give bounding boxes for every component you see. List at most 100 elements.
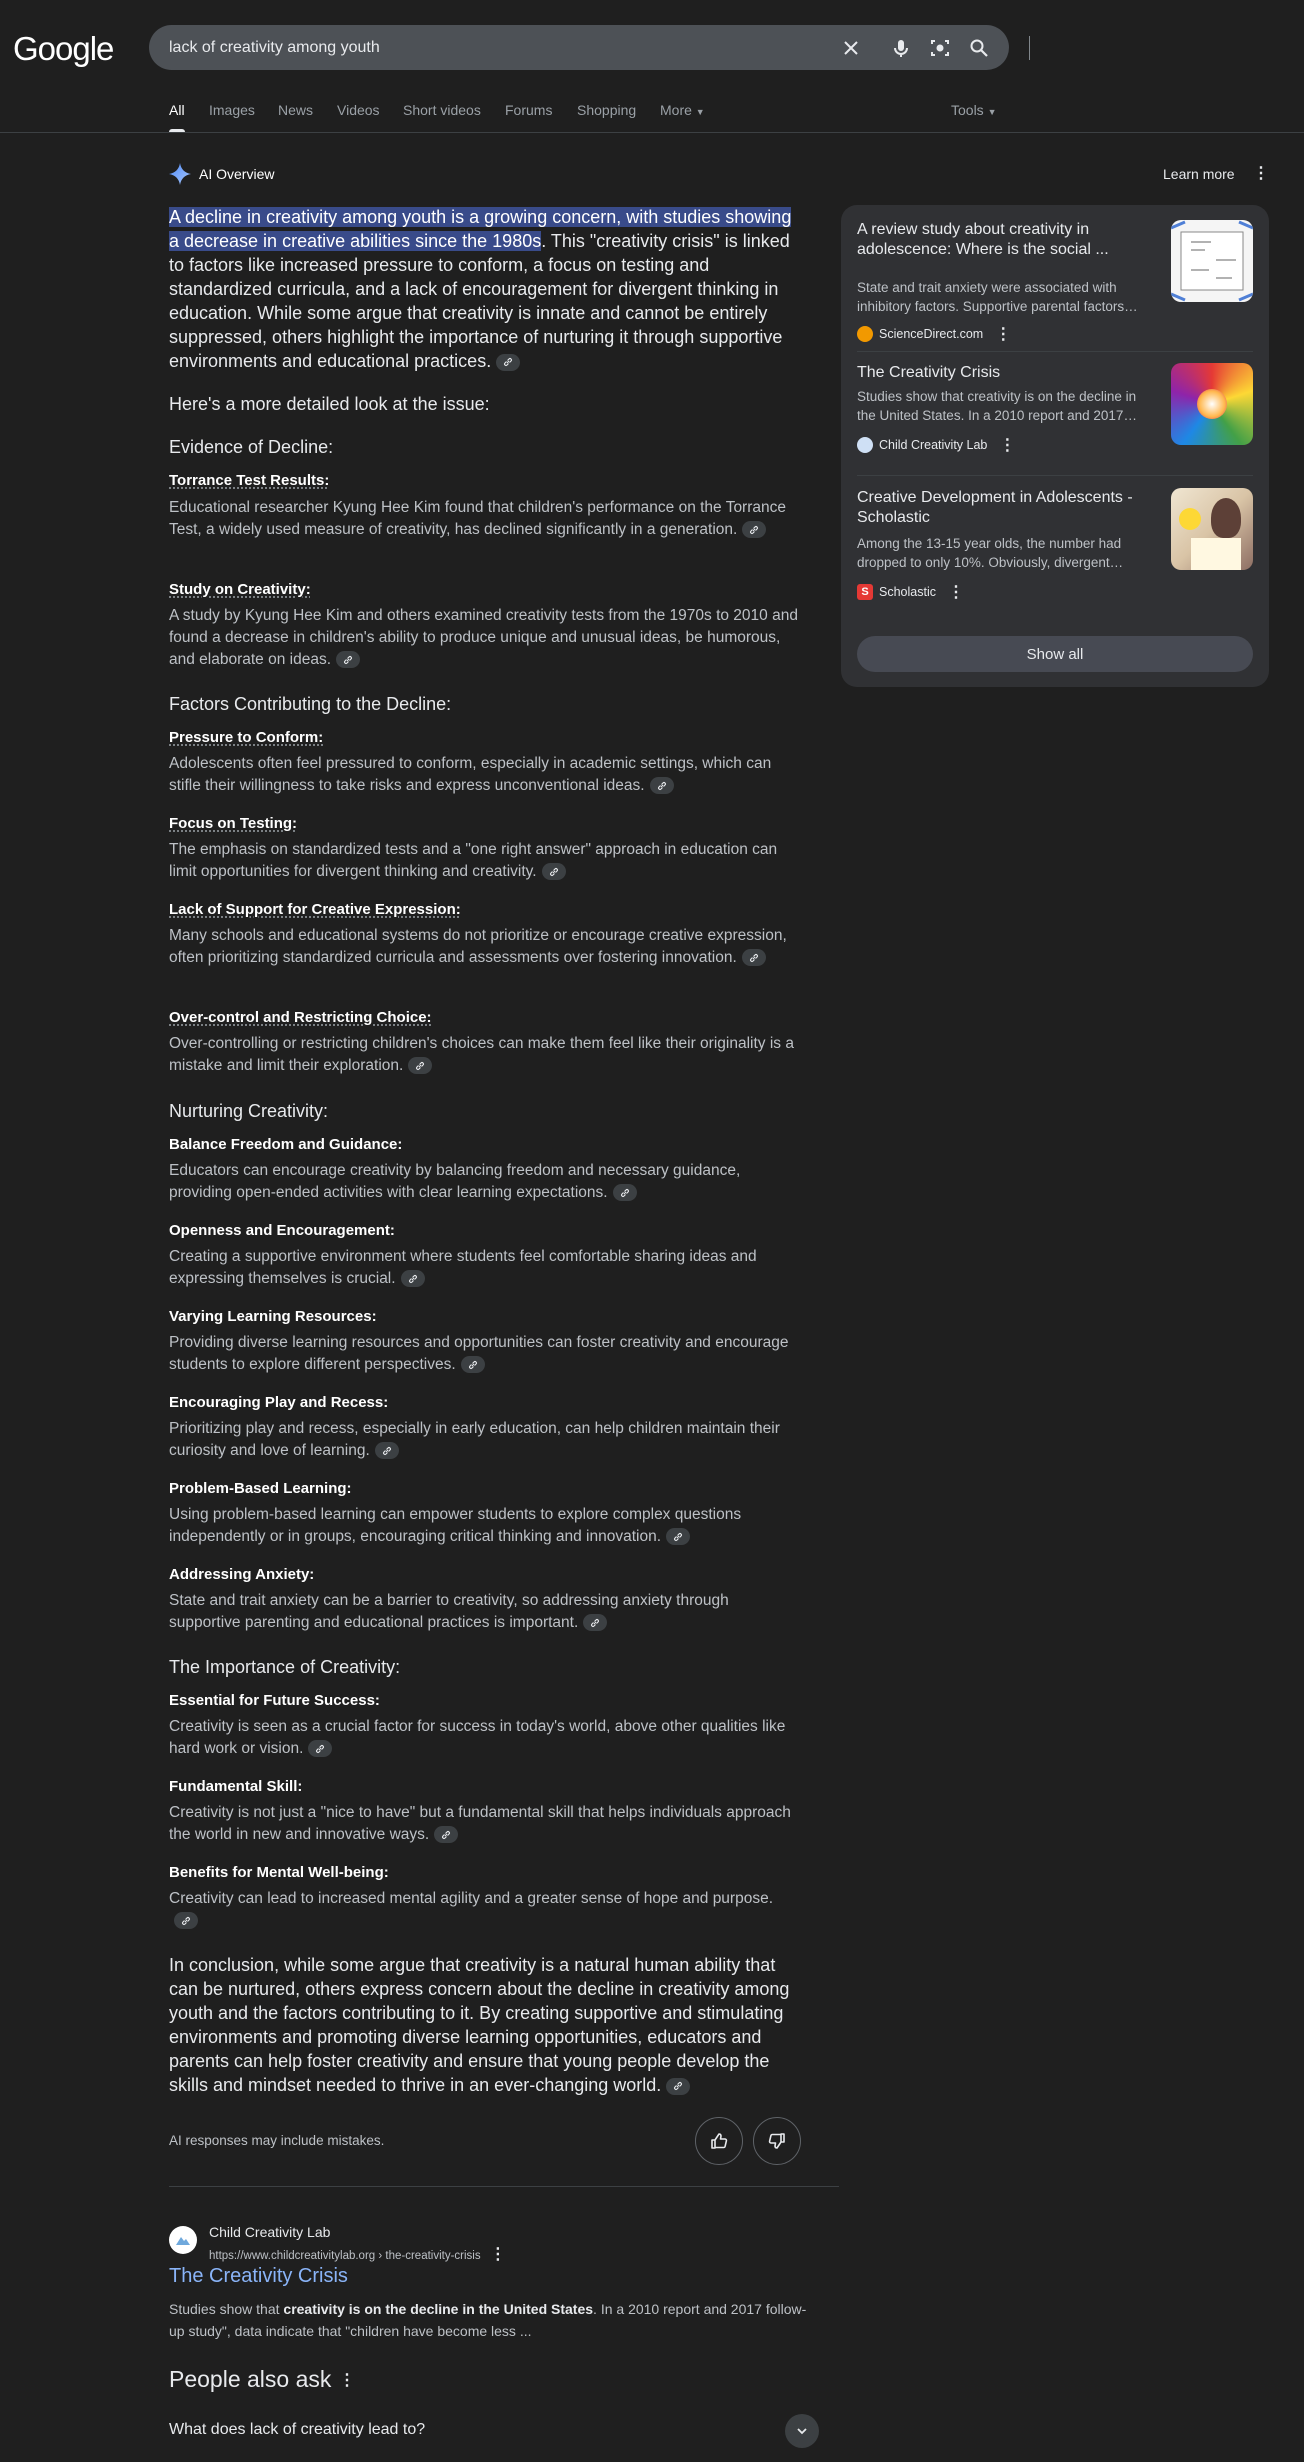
item-body: Creativity is seen as a crucial factor f… — [169, 1716, 801, 1760]
tab-forums[interactable]: Forums — [505, 102, 552, 118]
link-chip[interactable] — [666, 1528, 691, 1546]
link-chip[interactable] — [649, 777, 674, 795]
link-chip[interactable] — [408, 1057, 433, 1075]
tab-more[interactable]: More ▼ — [660, 102, 705, 118]
paa-menu-icon[interactable]: ⋮ — [339, 2370, 355, 2390]
source-title[interactable]: The Creativity Crisis — [857, 363, 1147, 383]
microphone-icon[interactable] — [889, 36, 913, 60]
google-logo[interactable]: Google — [13, 30, 114, 68]
item-body-text: Creativity can lead to increased mental … — [169, 1890, 774, 1907]
overview-menu-icon[interactable]: ⋮ — [1253, 163, 1269, 183]
disclaimer: AI responses may include mistakes. — [169, 2133, 385, 2148]
paa-question[interactable]: What does lack of creativity lead to? — [169, 2421, 425, 2439]
item-body: Educators can encourage creativity by ba… — [169, 1160, 801, 1204]
thumbs-down-button[interactable] — [753, 2117, 801, 2165]
item-body-text: Creativity is seen as a crucial factor f… — [169, 1718, 786, 1757]
link-chip[interactable] — [541, 863, 566, 881]
link-chip[interactable] — [174, 1912, 198, 1930]
source-title[interactable]: A review study about creativity in adole… — [857, 220, 1147, 260]
search-box[interactable] — [149, 25, 1030, 70]
source-thumbnail[interactable] — [1171, 220, 1253, 302]
search-input[interactable] — [169, 25, 769, 70]
more-options-icon[interactable]: ⋮ — [490, 2246, 506, 2263]
source-title[interactable]: Creative Development in Adolescents - Sc… — [857, 488, 1147, 528]
item-body: A study by Kyung Hee Kim and others exam… — [169, 605, 801, 671]
item-body-text: Prioritizing play and recess, especially… — [169, 1420, 780, 1459]
thumbs-up-button[interactable] — [695, 2117, 743, 2165]
source-card[interactable]: A review study about creativity in adole… — [857, 220, 1253, 343]
result-site-name[interactable]: Child Creativity Lab — [209, 2224, 330, 2240]
link-chip[interactable] — [460, 1356, 485, 1374]
expand-button[interactable] — [785, 2414, 819, 2448]
sources-panel: A review study about creativity in adole… — [841, 205, 1269, 687]
tab-short-videos[interactable]: Short videos — [403, 102, 481, 118]
item-title: Problem-Based Learning: — [169, 1480, 352, 1497]
more-options-icon[interactable]: ⋮ — [948, 582, 964, 602]
tools-label: Tools — [951, 102, 984, 118]
link-icon — [674, 2082, 683, 2091]
source-card[interactable]: Creative Development in Adolescents - Sc… — [857, 488, 1253, 601]
tab-shopping[interactable]: Shopping — [577, 102, 636, 118]
source-site-name: Child Creativity Lab — [879, 438, 988, 452]
item-title[interactable]: Pressure to Conform: — [169, 729, 801, 746]
source-thumbnail[interactable] — [1171, 488, 1253, 570]
show-all-button[interactable]: Show all — [857, 636, 1253, 672]
link-icon — [316, 1744, 325, 1753]
chevron-down-icon — [797, 2428, 807, 2435]
clear-icon[interactable] — [839, 36, 863, 60]
link-icon — [504, 358, 513, 367]
item-title: Essential for Future Success: — [169, 1692, 380, 1709]
result-url[interactable]: https://www.childcreativitylab.org › the… — [209, 2244, 506, 2264]
link-chip[interactable] — [434, 1826, 459, 1844]
more-options-icon[interactable]: ⋮ — [995, 324, 1011, 344]
tab-images[interactable]: Images — [209, 102, 255, 118]
snippet-text: Studies show that — [169, 2301, 284, 2317]
item-title[interactable]: Study on Creativity: — [169, 581, 801, 598]
section-heading: Nurturing Creativity: — [169, 1101, 329, 1121]
item-body-text: Adolescents often feel pressured to conf… — [169, 755, 772, 794]
item-title: Fundamental Skill: — [169, 1778, 303, 1795]
item-title[interactable]: Torrance Test Results: — [169, 472, 801, 489]
search-icon[interactable] — [967, 36, 991, 60]
tab-all[interactable]: All — [169, 102, 185, 132]
source-card[interactable]: The Creativity Crisis Studies show that … — [857, 363, 1253, 463]
source-site: S Scholastic ⋮ — [857, 582, 964, 602]
item-title[interactable]: Over-control and Restricting Choice: — [169, 1009, 801, 1026]
tab-more-label: More — [660, 102, 692, 118]
result-title-link[interactable]: The Creativity Crisis — [169, 2265, 348, 2288]
link-chip[interactable] — [400, 1270, 425, 1288]
link-chip[interactable] — [741, 949, 766, 967]
link-chip[interactable] — [374, 1442, 399, 1460]
paa-title: People also ask — [169, 2366, 332, 2392]
item-body-text: The emphasis on standardized tests and a… — [169, 841, 778, 880]
tab-videos[interactable]: Videos — [337, 102, 380, 118]
link-chip[interactable] — [742, 521, 767, 539]
item-title[interactable]: Focus on Testing: — [169, 815, 801, 832]
learn-more-link[interactable]: Learn more — [1163, 166, 1235, 182]
item-body: Creativity can lead to increased mental … — [169, 1888, 801, 1932]
more-options-icon[interactable]: ⋮ — [999, 435, 1015, 455]
item-title: Benefits for Mental Well-being: — [169, 1864, 389, 1881]
link-icon — [182, 1916, 190, 1925]
item-body: State and trait anxiety can be a barrier… — [169, 1590, 801, 1634]
item-body-text: State and trait anxiety can be a barrier… — [169, 1592, 729, 1631]
link-icon — [416, 1061, 425, 1070]
item-body: Creating a supportive environment where … — [169, 1246, 801, 1290]
card-divider — [857, 351, 1253, 352]
caret-down-icon: ▼ — [987, 107, 997, 117]
link-chip[interactable] — [666, 2077, 691, 2095]
detailed-look-text: Here's a more detailed look at the issue… — [169, 394, 490, 414]
intro-text: . This "creativity crisis" is linked to … — [169, 231, 790, 371]
item-title[interactable]: Lack of Support for Creative Expression: — [169, 901, 801, 918]
lens-camera-icon[interactable] — [928, 36, 952, 60]
tools-button[interactable]: Tools ▼ — [951, 102, 997, 118]
source-thumbnail[interactable] — [1171, 363, 1253, 445]
overview-intro: A decline in creativity among youth is a… — [169, 205, 801, 373]
link-chip[interactable] — [612, 1184, 637, 1202]
link-chip[interactable] — [336, 651, 361, 669]
tab-news[interactable]: News — [278, 102, 313, 118]
link-chip[interactable] — [496, 353, 521, 371]
link-chip[interactable] — [583, 1614, 608, 1632]
link-chip[interactable] — [308, 1740, 333, 1758]
link-icon — [750, 525, 759, 534]
